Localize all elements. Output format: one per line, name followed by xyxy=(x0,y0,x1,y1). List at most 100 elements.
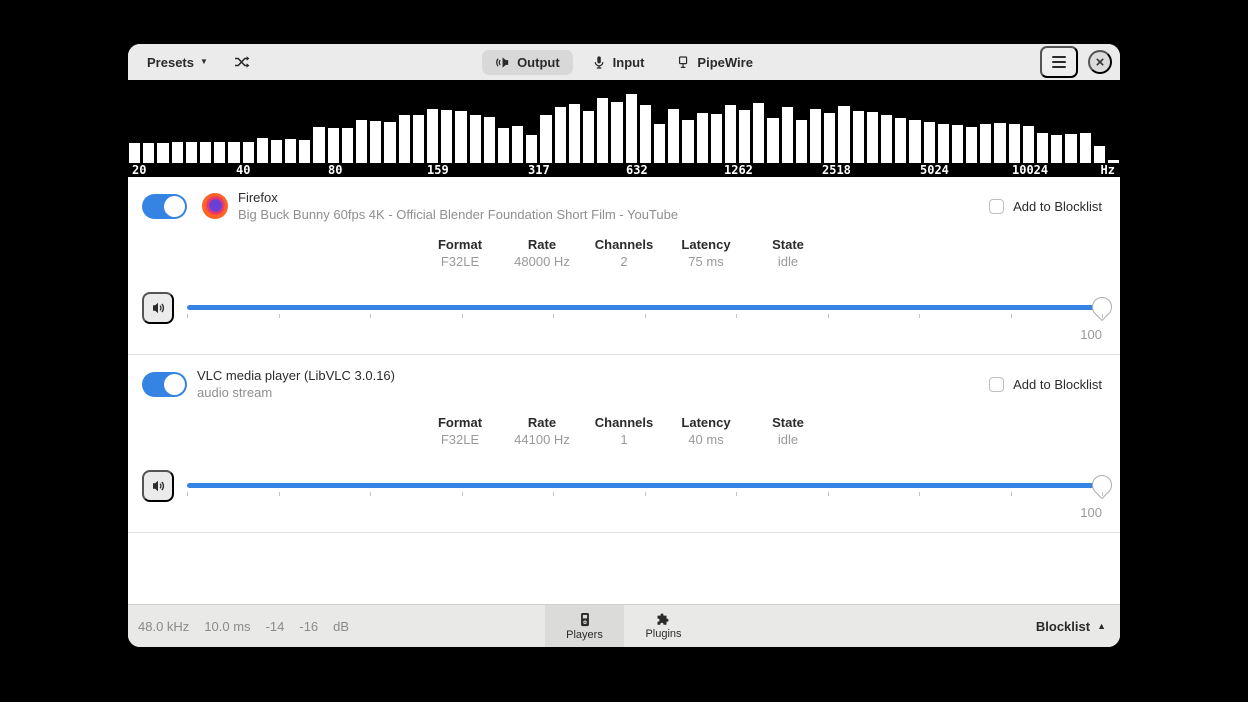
enable-toggle[interactable] xyxy=(142,372,187,397)
tab-input-label: Input xyxy=(613,55,645,70)
spectrum-bar xyxy=(611,102,622,163)
presets-button[interactable]: Presets ▼ xyxy=(136,50,219,75)
desktop-background: Presets ▼ xyxy=(0,0,1248,702)
enable-toggle[interactable] xyxy=(142,194,187,219)
player-row-vlc: VLC media player (LibVLC 3.0.16) audio s… xyxy=(128,355,1120,533)
spectrum-bar xyxy=(838,106,849,163)
spectrum-bar xyxy=(271,140,282,163)
blocklist-checkbox[interactable] xyxy=(989,377,1004,392)
slider-tick xyxy=(736,492,737,496)
stat-label: Latency xyxy=(681,237,730,252)
spectrum-bar xyxy=(697,113,708,163)
add-to-blocklist-control[interactable]: Add to Blocklist xyxy=(989,199,1102,214)
close-icon: × xyxy=(1096,54,1105,71)
player-subtitle: audio stream xyxy=(197,384,395,401)
spectrum-bar xyxy=(285,139,296,163)
close-button[interactable]: × xyxy=(1088,50,1112,74)
stream-stats: FormatF32LE Rate48000 Hz Channels2 Laten… xyxy=(128,236,1120,270)
blocklist-button[interactable]: Blocklist ▲ xyxy=(1036,619,1120,634)
stat-label: Channels xyxy=(595,237,654,252)
spectrum-bar xyxy=(342,128,353,163)
spectrum-bar xyxy=(782,107,793,163)
spectrum-bar xyxy=(157,143,168,163)
freq-label: 632 xyxy=(626,163,648,177)
tab-pipewire[interactable]: PipeWire xyxy=(663,50,766,75)
spectrum-analyzer: 20408015931763212622518502410024Hz xyxy=(128,80,1120,177)
spectrum-bar xyxy=(384,122,395,163)
spectrum-bar xyxy=(1080,133,1091,163)
player-title: VLC media player (LibVLC 3.0.16) xyxy=(197,367,395,384)
spectrum-bar xyxy=(498,128,509,163)
spectrum-bar xyxy=(626,94,637,163)
stat-label: State xyxy=(772,237,804,252)
spectrum-bar xyxy=(328,128,339,163)
puzzle-piece-icon xyxy=(656,612,671,627)
spectrum-bar xyxy=(257,138,268,163)
volume-slider-track[interactable] xyxy=(187,483,1102,488)
stat-value: idle xyxy=(778,432,798,447)
slider-tick xyxy=(1011,492,1012,496)
spectrum-bar xyxy=(214,142,225,163)
slider-tick xyxy=(553,314,554,318)
tab-input[interactable]: Input xyxy=(579,50,658,75)
view-switcher: Output Input xyxy=(482,50,766,75)
stat-label: State xyxy=(772,415,804,430)
freq-label: 80 xyxy=(328,163,342,177)
volume-slider-track[interactable] xyxy=(187,305,1102,310)
slider-tick xyxy=(187,314,188,318)
blocklist-checkbox[interactable] xyxy=(989,199,1004,214)
spectrum-bar xyxy=(767,118,778,163)
slider-tick xyxy=(1102,492,1103,496)
mute-button[interactable] xyxy=(142,470,174,502)
slider-tick xyxy=(1102,314,1103,318)
shuffle-button[interactable] xyxy=(223,50,261,74)
volume-value: 100 xyxy=(128,327,1120,342)
slider-tick xyxy=(187,492,188,496)
freq-label: 20 xyxy=(132,163,146,177)
tab-plugins[interactable]: Plugins xyxy=(624,605,703,647)
spectrum-bar xyxy=(952,125,963,163)
volume-slider[interactable] xyxy=(187,470,1102,502)
spectrum-bar xyxy=(143,143,154,163)
freq-label: Hz xyxy=(1101,163,1115,177)
stat-label: Latency xyxy=(681,415,730,430)
volume-value: 100 xyxy=(128,505,1120,520)
spectrum-bar xyxy=(1037,133,1048,163)
spectrum-bar xyxy=(881,115,892,163)
stat-value: F32LE xyxy=(441,254,479,269)
stat-value: 2 xyxy=(620,254,627,269)
stat-value: 44100 Hz xyxy=(514,432,570,447)
tab-players[interactable]: Players xyxy=(545,605,624,647)
bottom-switcher: Players Plugins xyxy=(545,605,703,647)
slider-tick xyxy=(553,492,554,496)
blocklist-checkbox-label: Add to Blocklist xyxy=(1013,199,1102,214)
spectrum-bar xyxy=(824,113,835,163)
stat-label: Format xyxy=(438,237,482,252)
chevron-down-icon: ▼ xyxy=(200,58,208,66)
blocklist-button-label: Blocklist xyxy=(1036,619,1090,634)
chevron-up-icon: ▲ xyxy=(1097,621,1106,631)
device-stats: 48.0 kHz 10.0 ms -14 -16 dB xyxy=(128,619,349,634)
bottom-bar: 48.0 kHz 10.0 ms -14 -16 dB xyxy=(128,604,1120,647)
tab-output[interactable]: Output xyxy=(482,50,573,75)
add-to-blocklist-control[interactable]: Add to Blocklist xyxy=(989,377,1102,392)
db-unit: dB xyxy=(333,619,349,634)
stat-label: Rate xyxy=(528,237,556,252)
spectrum-bar xyxy=(470,115,481,163)
main-menu-button[interactable] xyxy=(1040,46,1078,78)
mute-button[interactable] xyxy=(142,292,174,324)
slider-tick xyxy=(645,492,646,496)
media-player-icon xyxy=(578,612,592,628)
tab-pipewire-label: PipeWire xyxy=(697,55,753,70)
stat-value: 1 xyxy=(620,432,627,447)
player-row-firefox: Firefox Big Buck Bunny 60fps 4K - Offici… xyxy=(128,177,1120,355)
spectrum-bar xyxy=(966,127,977,164)
slider-tick xyxy=(1011,314,1012,318)
spectrum-frequency-labels: 20408015931763212622518502410024Hz xyxy=(129,163,1119,177)
slider-tick xyxy=(370,314,371,318)
header-bar: Presets ▼ xyxy=(128,44,1120,80)
volume-slider[interactable] xyxy=(187,292,1102,324)
spectrum-bar xyxy=(526,135,537,163)
easyeffects-window: Presets ▼ xyxy=(128,44,1120,647)
spectrum-bar xyxy=(455,111,466,163)
